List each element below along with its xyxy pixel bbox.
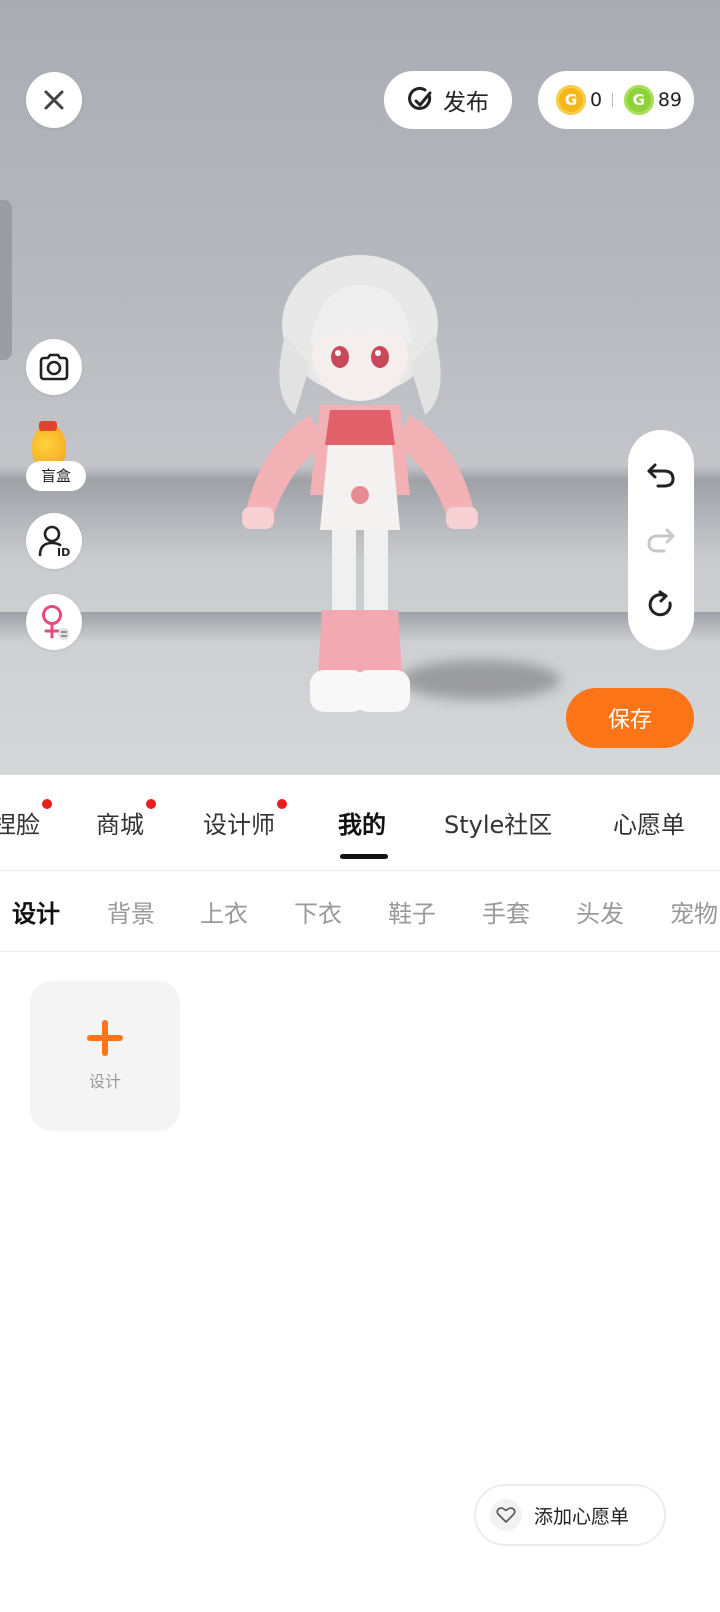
tab-face-label: 捏脸	[0, 811, 40, 839]
blindbox-ribbon	[39, 421, 57, 431]
undo-button[interactable]	[641, 455, 681, 495]
green-coin-balance: G 89	[623, 85, 682, 115]
blindbox-button[interactable]: 盲盒	[26, 421, 86, 491]
category-tab-bar: 设计 背景 上衣 下衣 鞋子 手套 头发 宠物	[0, 872, 720, 952]
subtab-background[interactable]: 背景	[107, 894, 155, 929]
add-to-wishlist-label: 添加心愿单	[534, 1505, 630, 1528]
publish-icon	[408, 86, 432, 110]
subtab-hair[interactable]: 头发	[576, 894, 624, 929]
camera-icon	[39, 353, 69, 381]
gender-switch-button[interactable]	[26, 594, 82, 650]
new-design-label: 设计	[88, 1072, 121, 1091]
subtab-design[interactable]: 设计	[12, 894, 60, 929]
tab-style-community[interactable]: Style社区	[444, 805, 552, 840]
history-controls	[628, 430, 694, 650]
heart-icon-wrap	[490, 1499, 522, 1531]
main-tab-bar: 捏脸 商城 设计师 我的 Style社区 心愿单	[0, 775, 720, 871]
avatar-id-button[interactable]: ID	[26, 513, 82, 569]
tab-designer[interactable]: 设计师	[203, 799, 287, 840]
blindbox-label: 盲盒	[26, 461, 86, 491]
tab-wishlist-label: 心愿单	[613, 811, 685, 839]
publish-button[interactable]: 发布	[384, 71, 512, 129]
green-coin-value: 89	[657, 89, 682, 111]
notification-dot	[42, 799, 52, 809]
side-drawer-handle[interactable]	[0, 200, 12, 360]
close-button[interactable]	[26, 72, 82, 128]
subtab-tops[interactable]: 上衣	[200, 894, 248, 929]
avatar-character[interactable]	[240, 245, 480, 735]
tab-designer-label: 设计师	[203, 811, 275, 839]
avatar-viewport[interactable]: 发布 G 0 G 89 盲盒 ID 保存	[0, 0, 720, 775]
camera-button[interactable]	[26, 339, 82, 395]
subtab-shoes[interactable]: 鞋子	[388, 894, 436, 929]
subtab-gloves[interactable]: 手套	[482, 894, 530, 929]
reset-button[interactable]	[641, 585, 681, 625]
currency-balance[interactable]: G 0 G 89	[538, 71, 694, 129]
redo-button[interactable]	[641, 520, 681, 560]
gold-coin-value: 0	[590, 89, 603, 111]
tab-shop[interactable]: 商城	[96, 799, 156, 840]
tab-mine[interactable]: 我的	[338, 805, 386, 840]
subtab-bottoms[interactable]: 下衣	[294, 894, 342, 929]
notification-dot	[277, 799, 287, 809]
new-design-button[interactable]: 设计	[30, 981, 180, 1131]
currency-divider	[612, 93, 614, 107]
undo-icon	[647, 463, 675, 488]
close-icon	[44, 90, 64, 110]
heart-icon	[496, 1507, 516, 1523]
gold-coin-balance: G 0	[556, 85, 602, 115]
plus-icon	[87, 1020, 123, 1056]
notification-dot	[146, 799, 156, 809]
save-button[interactable]: 保存	[566, 688, 694, 748]
tab-mine-label: 我的	[338, 811, 386, 839]
redo-icon	[647, 528, 675, 553]
svg-text:ID: ID	[57, 546, 70, 558]
user-id-icon: ID	[38, 525, 70, 558]
tab-style-community-label: Style社区	[444, 811, 553, 839]
green-coin-icon: G	[623, 85, 654, 115]
gold-coin-icon: G	[556, 85, 586, 115]
add-to-wishlist-button[interactable]: 添加心愿单	[474, 1484, 666, 1546]
tab-wishlist[interactable]: 心愿单	[613, 805, 685, 840]
female-gender-icon	[42, 605, 69, 640]
subtab-pets[interactable]: 宠物	[670, 894, 718, 929]
tab-shop-label: 商城	[96, 811, 144, 839]
reset-icon	[648, 590, 672, 617]
publish-label: 发布	[443, 90, 489, 116]
active-tab-indicator	[340, 854, 388, 859]
tab-face[interactable]: 捏脸	[0, 799, 52, 840]
